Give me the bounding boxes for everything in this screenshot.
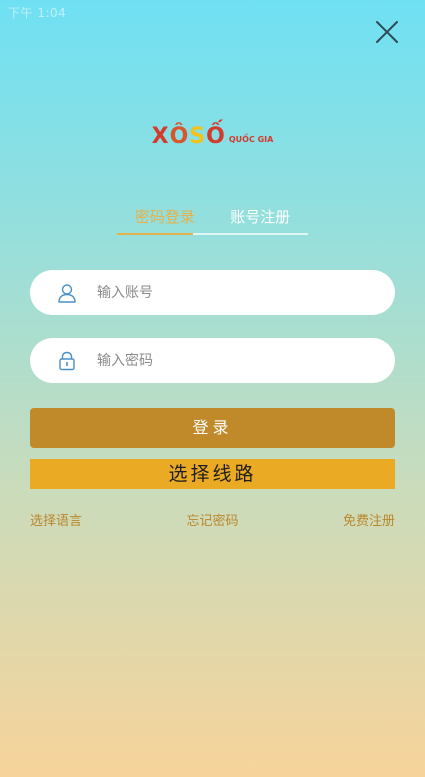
close-button[interactable] [373,18,401,46]
tab-underline-active [117,233,193,235]
password-field [30,338,395,383]
lock-icon [56,350,78,372]
logo-subtitle: QUỐC GIA [228,135,274,144]
tab-account-register[interactable]: 账号注册 [213,206,309,236]
account-field [30,270,395,315]
logo-letter-s: S [189,124,206,149]
brand-logo: X Ô S Ố QUỐC GIA [0,116,425,148]
footer-links: 选择语言 忘记密码 免费注册 [30,510,395,529]
user-icon [56,282,78,304]
select-route-button[interactable]: 选择线路 [30,459,395,489]
logo-letter-o: Ô [169,124,189,149]
forgot-password-link[interactable]: 忘记密码 [186,510,238,529]
select-language-link[interactable]: 选择语言 [30,510,82,529]
password-input[interactable] [97,345,357,376]
free-register-link[interactable]: 免费注册 [343,510,395,529]
tab-password-login[interactable]: 密码登录 [117,206,213,236]
logo-letter-x: X [151,124,169,149]
status-bar-time: 下午 1:04 [8,6,67,20]
logo-letter-o2: Ố [206,124,225,149]
account-input[interactable] [97,277,357,308]
login-button[interactable]: 登录 [30,408,395,448]
close-icon [376,21,398,43]
login-tabs: 密码登录 账号注册 [117,206,308,236]
